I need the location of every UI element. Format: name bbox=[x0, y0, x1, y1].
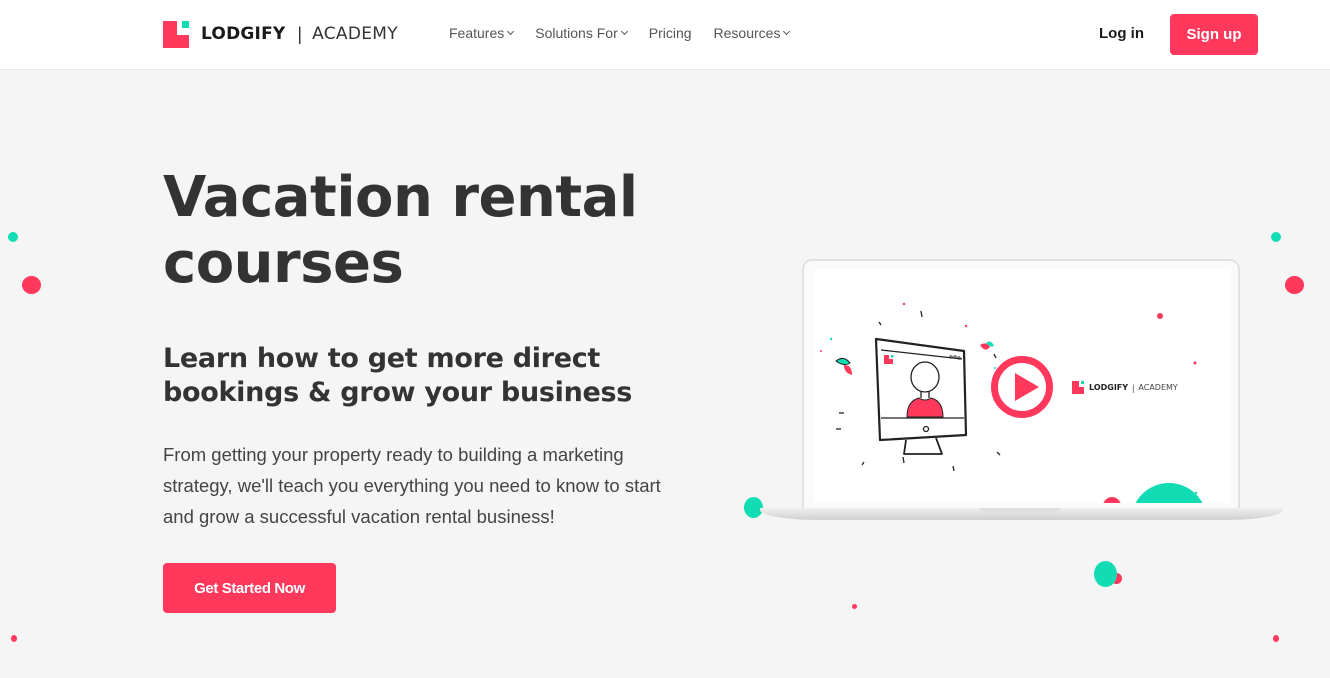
nav-solutions-for[interactable]: Solutions For bbox=[535, 25, 628, 41]
lodgify-logo-icon bbox=[1072, 381, 1084, 394]
nav-resources-label: Resources bbox=[713, 25, 781, 41]
decorative-dot bbox=[11, 635, 17, 642]
laptop-video-frame: LODGIFY | ACADEMY bbox=[802, 259, 1240, 515]
chevron-down-icon bbox=[620, 27, 628, 36]
decorative-dot bbox=[1285, 276, 1304, 294]
lodgify-academy-logo[interactable]: LODGIFY | ACADEMY bbox=[163, 20, 398, 48]
play-icon bbox=[1015, 373, 1039, 401]
video-logo-separator: | bbox=[1132, 382, 1135, 393]
lodgify-logo-icon bbox=[163, 20, 189, 48]
chevron-down-icon bbox=[507, 27, 515, 36]
nav-features-label: Features bbox=[449, 25, 505, 41]
logo-separator: | bbox=[297, 23, 303, 44]
decorative-dot bbox=[22, 276, 41, 294]
decorative-dot bbox=[8, 232, 18, 242]
chevron-down-icon bbox=[783, 27, 791, 36]
hero-subtitle: Learn how to get more direct bookings & … bbox=[163, 343, 633, 408]
get-started-button[interactable]: Get Started Now bbox=[163, 563, 336, 613]
site-header: LODGIFY | ACADEMY Features Solutions For… bbox=[0, 0, 1330, 70]
nav-features[interactable]: Features bbox=[449, 25, 515, 41]
login-link[interactable]: Log in bbox=[1099, 25, 1144, 42]
decorative-dot bbox=[852, 604, 857, 609]
signup-button[interactable]: Sign up bbox=[1170, 14, 1258, 55]
nav-resources[interactable]: Resources bbox=[713, 25, 791, 41]
decorative-dot bbox=[1094, 561, 1117, 587]
video-screen[interactable]: LODGIFY | ACADEMY bbox=[814, 269, 1230, 503]
video-logo-product: ACADEMY bbox=[1138, 383, 1178, 392]
main-nav: Features Solutions For Pricing Resources bbox=[449, 25, 811, 41]
play-button[interactable] bbox=[991, 356, 1053, 418]
decorative-dot bbox=[1271, 232, 1281, 242]
video-logo: LODGIFY | ACADEMY bbox=[1072, 381, 1178, 394]
logo-product-text: ACADEMY bbox=[312, 24, 398, 44]
hero-description: From getting your property ready to buil… bbox=[163, 444, 661, 527]
nav-solutions-label: Solutions For bbox=[535, 25, 618, 41]
hero-title: Vacation rental courses bbox=[163, 165, 638, 296]
logo-brand-text: LODGIFY bbox=[201, 24, 286, 44]
nav-pricing-label: Pricing bbox=[648, 25, 692, 41]
laptop-notch bbox=[980, 508, 1060, 513]
decorative-dot bbox=[1273, 635, 1279, 642]
video-logo-brand: LODGIFY bbox=[1089, 383, 1129, 392]
nav-pricing[interactable]: Pricing bbox=[649, 25, 692, 41]
